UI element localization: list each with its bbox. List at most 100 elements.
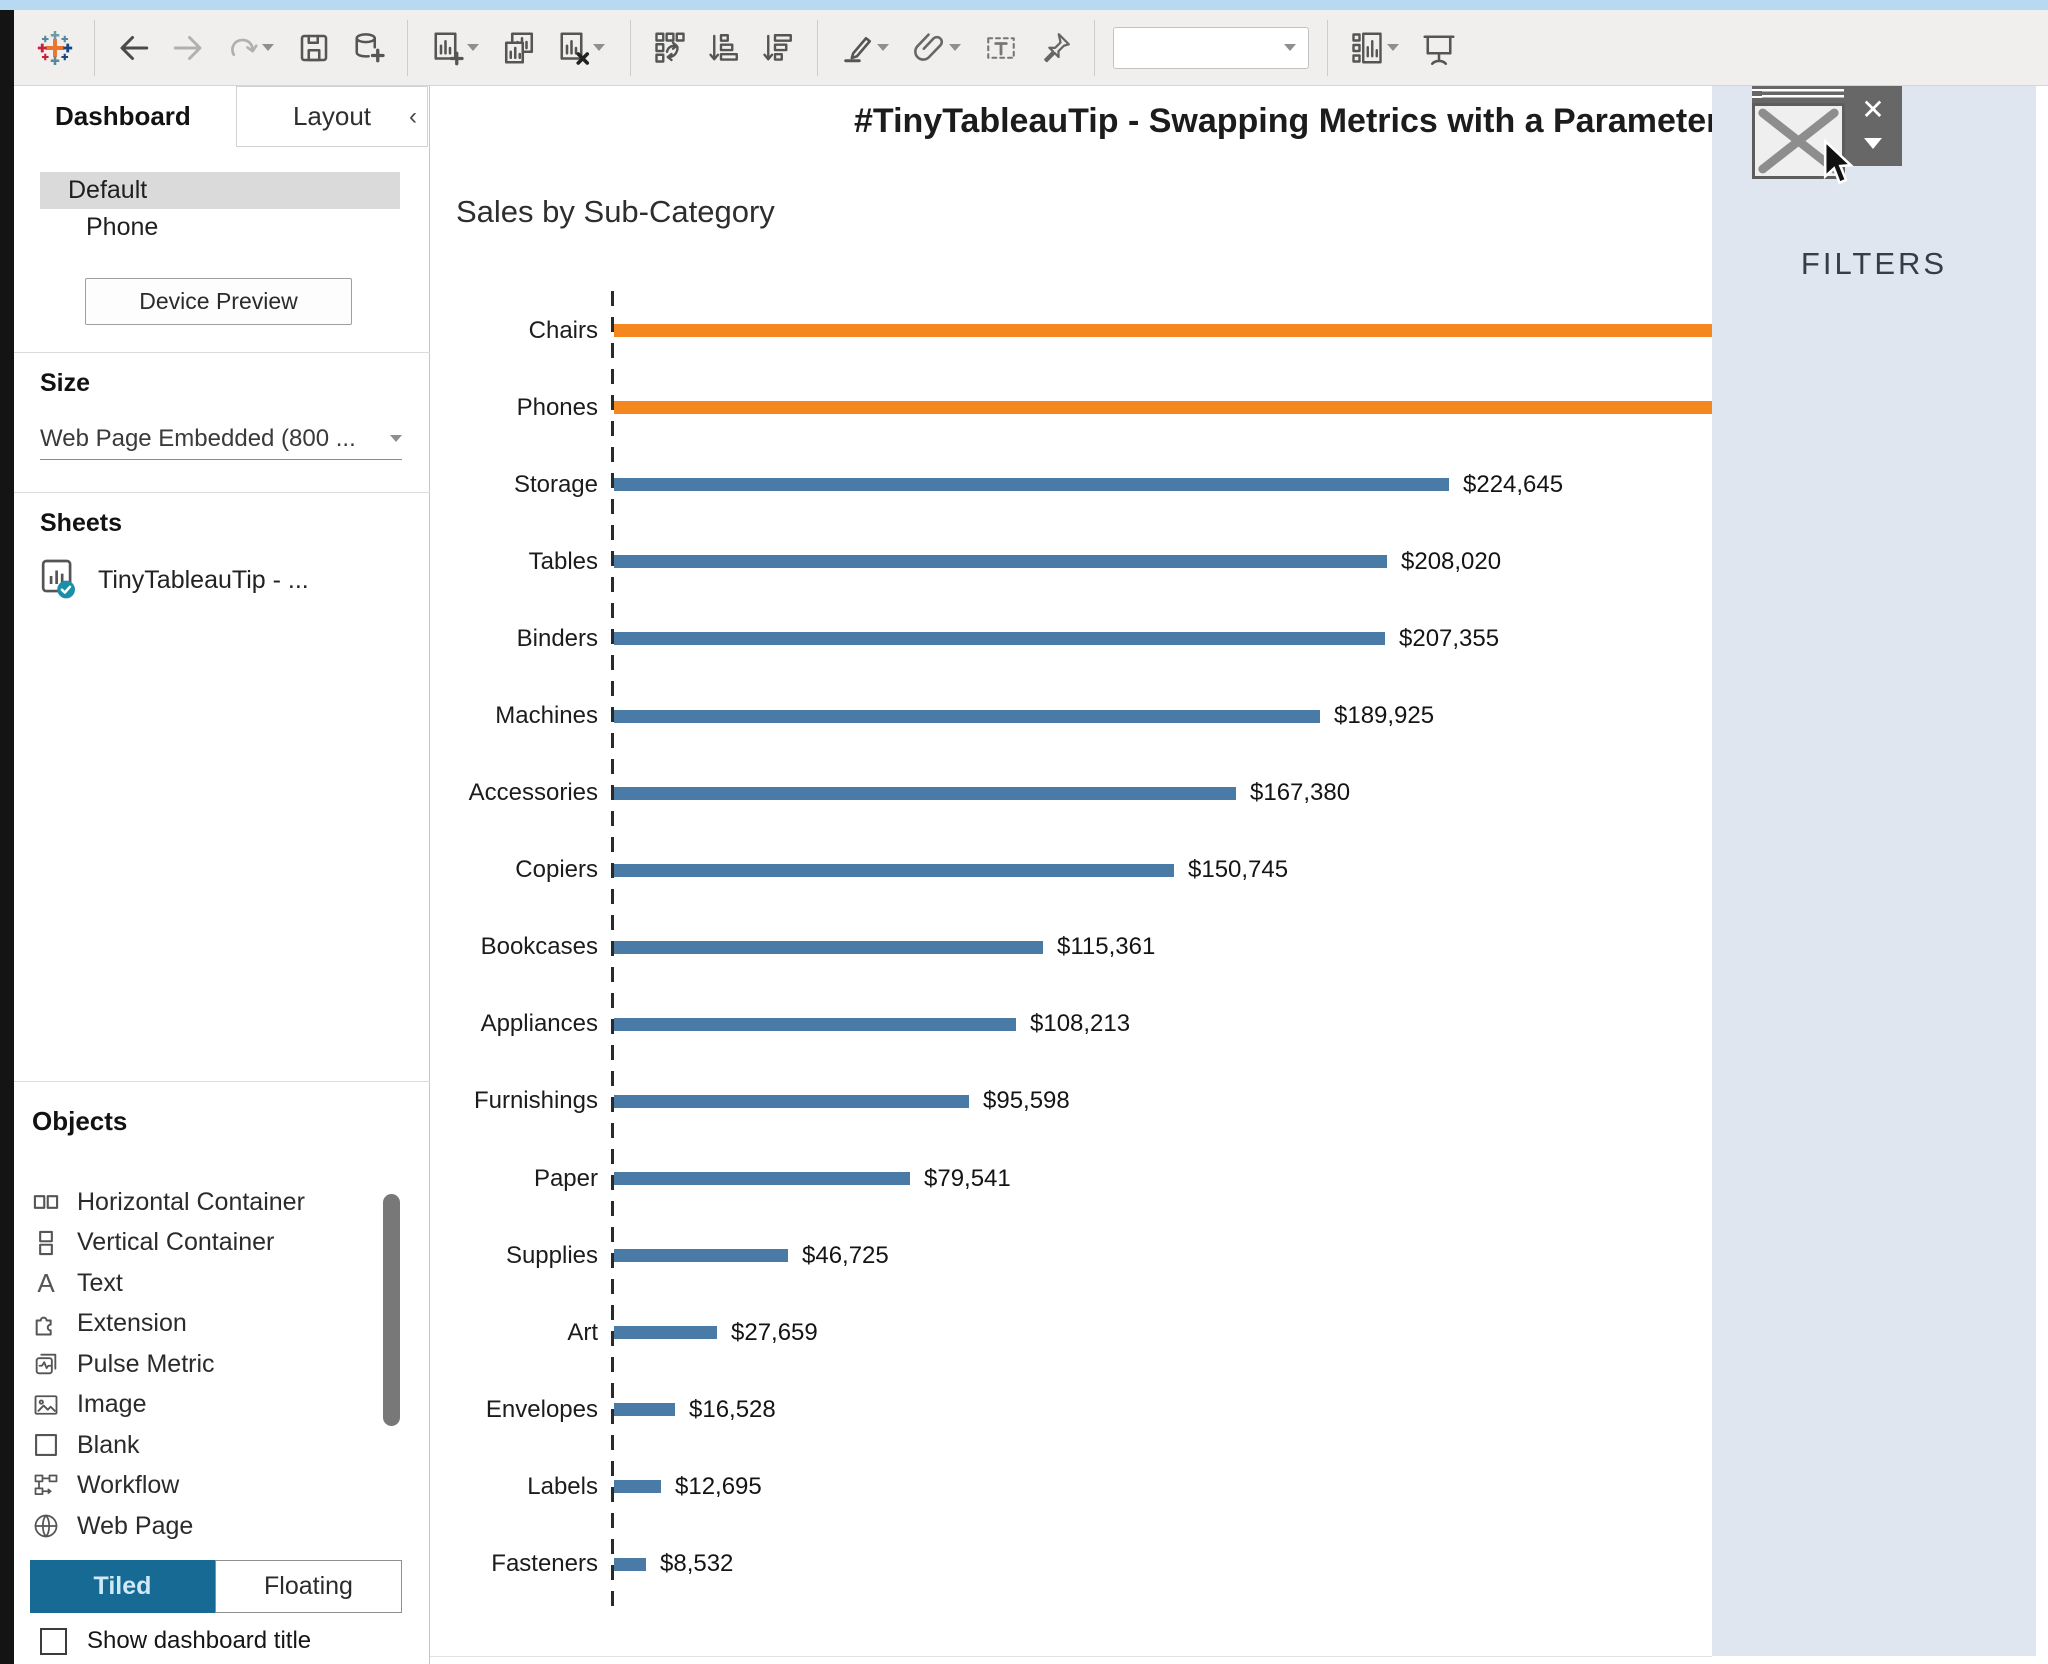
chart-row-tables: Tables$208,020 [430, 523, 1712, 600]
bar-paper[interactable] [614, 1172, 910, 1185]
tableau-logo-button[interactable] [28, 26, 82, 70]
chart-row-supplies: Supplies$46,725 [430, 1217, 1712, 1294]
bar-machines[interactable] [614, 710, 1320, 723]
chevron-down-icon[interactable] [593, 44, 605, 51]
window-top-strip [0, 0, 2048, 10]
bar-zone: $108,213 [598, 1010, 1712, 1038]
chevron-down-icon[interactable] [1864, 138, 1882, 149]
close-icon[interactable]: ✕ [1854, 100, 1892, 124]
sort-descending-button[interactable] [751, 26, 805, 70]
bar-copiers[interactable] [614, 864, 1174, 877]
bar-chairs[interactable] [614, 324, 1712, 337]
bar-binders[interactable] [614, 632, 1385, 645]
tiled-toggle-button[interactable]: Tiled [30, 1560, 215, 1613]
show-dashboard-title-label: Show dashboard title [87, 1627, 311, 1655]
device-preview-button[interactable]: Device Preview [85, 278, 352, 325]
swap-axes-button[interactable] [643, 26, 697, 70]
highlight-pen-button[interactable] [830, 26, 902, 70]
layout-mode-toggle: Tiled Floating [30, 1560, 402, 1613]
category-label: Chairs [430, 317, 598, 345]
blank-icon [32, 1431, 60, 1459]
objects-item-blank[interactable]: Blank [32, 1425, 382, 1466]
chart-row-bookcases: Bookcases$115,361 [430, 909, 1712, 986]
toolbar-separator [1094, 20, 1095, 76]
horizontal-container-icon [32, 1188, 60, 1216]
back-arrow-button[interactable] [107, 26, 161, 70]
dashboard-canvas[interactable]: #TinyTableauTip - Swapping Metrics with … [430, 86, 1712, 1657]
chart-row-storage: Storage$224,645 [430, 446, 1712, 523]
chevron-down-icon[interactable] [949, 44, 961, 51]
objects-section-header: Objects [32, 1106, 127, 1137]
bar-envelopes[interactable] [614, 1403, 675, 1416]
value-label: $224,645 [1463, 471, 1563, 499]
clear-sheet-icon [555, 30, 591, 66]
bar-zone: $46,725 [598, 1242, 1712, 1270]
save-button[interactable] [287, 26, 341, 70]
bar-labels[interactable] [614, 1480, 661, 1493]
sheet-item-tinytableautip[interactable]: TinyTableauTip - ... [40, 558, 309, 602]
bar-fasteners[interactable] [614, 1558, 646, 1571]
bar-phones[interactable] [614, 401, 1712, 414]
chevron-down-icon[interactable] [467, 44, 479, 51]
category-label: Furnishings [430, 1087, 598, 1115]
bar-storage[interactable] [614, 478, 1449, 491]
clear-sheet-button[interactable] [546, 26, 618, 70]
new-worksheet-button[interactable] [420, 26, 492, 70]
objects-item-horizontal-container[interactable]: Horizontal Container [32, 1182, 382, 1223]
device-item-phone[interactable]: Phone [40, 209, 400, 246]
filters-panel[interactable]: ✕ FILTERS [1712, 86, 2036, 1656]
show-dashboard-title-checkbox[interactable] [40, 1628, 67, 1655]
bar-zone: $189,925 [598, 702, 1712, 730]
paperclip-icon [911, 30, 947, 66]
toolbar-fit-combo[interactable] [1113, 27, 1309, 69]
value-label: $207,355 [1399, 625, 1499, 653]
bar-bookcases[interactable] [614, 941, 1043, 954]
forward-arrow-button[interactable] [161, 26, 215, 70]
text-label-button[interactable] [974, 26, 1028, 70]
bar-tables[interactable] [614, 555, 1387, 568]
chart-title: Sales by Sub-Category [456, 194, 775, 230]
redo-loop-button[interactable] [215, 26, 287, 70]
filters-panel-title: FILTERS [1712, 246, 2036, 282]
objects-item-pulse-metric[interactable]: Pulse Metric [32, 1344, 382, 1385]
tab-dashboard[interactable]: Dashboard [55, 101, 191, 132]
objects-item-text[interactable]: AText [32, 1263, 382, 1304]
chart-row-furnishings: Furnishings $95,598 [430, 1063, 1712, 1140]
collapse-sidebar-icon[interactable]: ‹ [409, 103, 417, 131]
chart-row-machines: Machines$189,925 [430, 677, 1712, 754]
objects-item-vertical-container[interactable]: Vertical Container [32, 1223, 382, 1264]
bar-supplies[interactable] [614, 1249, 788, 1262]
pulse-metric-icon [32, 1350, 60, 1378]
floating-toggle-button[interactable]: Floating [215, 1560, 402, 1613]
objects-item-image[interactable]: Image [32, 1385, 382, 1426]
device-item-default[interactable]: Default [40, 172, 400, 209]
toolbar-group [1340, 26, 1466, 70]
paperclip-button[interactable] [902, 26, 974, 70]
bar-chart[interactable]: ChairsPhonesStorage$224,645Tables$208,02… [430, 292, 1712, 1603]
chevron-down-icon[interactable] [877, 44, 889, 51]
duplicate-sheet-button[interactable] [492, 26, 546, 70]
presentation-mode-button[interactable] [1412, 26, 1466, 70]
pin-button[interactable] [1028, 26, 1082, 70]
bar-zone: $95,598 [598, 1087, 1712, 1115]
sort-ascending-button[interactable] [697, 26, 751, 70]
tableau-desktop-window: { "toolbar": { "groups": [ [ {"icon":"ta… [0, 0, 2048, 1664]
bar-appliances[interactable] [614, 1018, 1016, 1031]
size-select[interactable]: Web Page Embedded (800 ... [40, 418, 402, 460]
bar-furnishings[interactable] [614, 1095, 969, 1108]
objects-item-web-page[interactable]: Web Page [32, 1506, 382, 1547]
add-data-source-button[interactable] [341, 26, 395, 70]
chevron-down-icon[interactable] [1387, 44, 1399, 51]
show-me-button[interactable] [1340, 26, 1412, 70]
objects-item-extension[interactable]: Extension [32, 1304, 382, 1345]
value-label: $150,745 [1188, 856, 1288, 884]
redo-loop-icon [224, 30, 260, 66]
objects-scrollbar-thumb[interactable] [383, 1194, 400, 1426]
bar-accessories[interactable] [614, 787, 1236, 800]
bar-art[interactable] [614, 1326, 717, 1339]
size-section-header: Size [40, 369, 90, 398]
value-label: $95,598 [983, 1087, 1070, 1115]
chevron-down-icon[interactable] [262, 44, 274, 51]
objects-item-workflow[interactable]: Workflow [32, 1466, 382, 1507]
tab-layout[interactable]: Layout [236, 86, 428, 147]
